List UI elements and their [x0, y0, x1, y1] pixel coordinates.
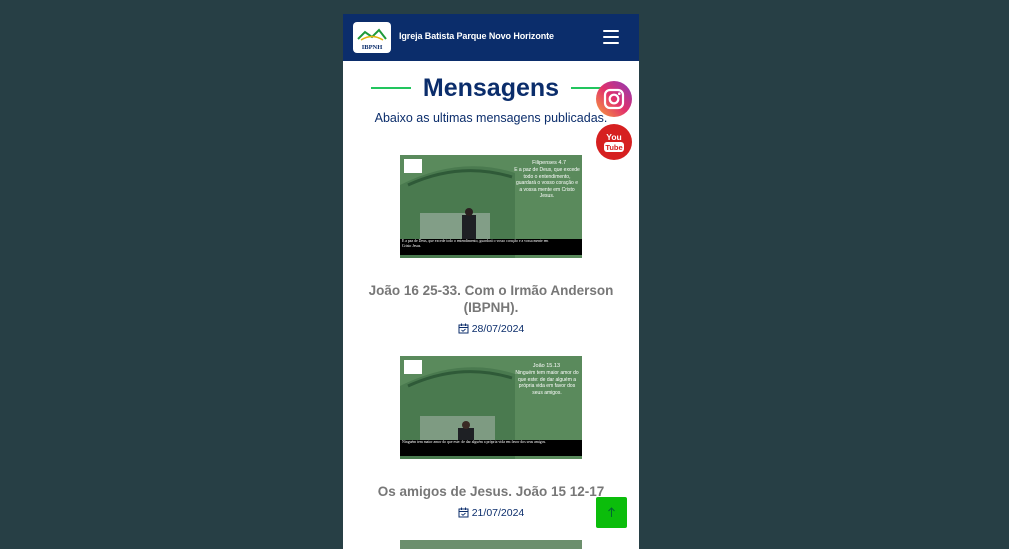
- calendar-icon: [458, 507, 469, 518]
- thumb-caption: E a paz de Deus, que excede todo o enten…: [402, 239, 549, 248]
- instagram-icon: [603, 88, 625, 110]
- thumb-verse-ref: João 15.13: [533, 363, 560, 369]
- site-title[interactable]: Igreja Batista Parque Novo Horizonte: [399, 31, 554, 41]
- message-thumbnail[interactable]: João 15.13 Ninguém tem maior amor do que…: [400, 356, 582, 459]
- thumb-caption: Ninguém tem maior amor do que este: de d…: [402, 440, 547, 444]
- arrow-up-icon: [608, 507, 615, 517]
- thumb-verse-text: E a paz de Deus, que excede todo o enten…: [514, 167, 580, 199]
- section-heading-row: Mensagens: [343, 74, 639, 104]
- section-subtitle: Abaixo as ultimas mensagens publicadas.: [374, 111, 608, 125]
- message-date-row: 21/07/2024: [343, 507, 639, 519]
- message-title[interactable]: Os amigos de Jesus. João 15 12-17: [343, 483, 639, 500]
- thumb-verse-ref: Filipenses 4.7: [532, 160, 566, 166]
- youtube-text-bottom: Tube: [605, 143, 622, 152]
- message-date: 21/07/2024: [471, 507, 525, 519]
- mobile-page: IBPNH Igreja Batista Parque Novo Horizon…: [343, 14, 639, 549]
- logo-text: IBPNH: [362, 44, 383, 51]
- calendar-icon: [458, 323, 469, 334]
- message-thumbnail-partial[interactable]: [400, 540, 582, 549]
- navbar: IBPNH Igreja Batista Parque Novo Horizon…: [343, 14, 639, 61]
- back-to-top-button[interactable]: [596, 497, 627, 528]
- message-date-row: 28/07/2024: [343, 323, 639, 335]
- youtube-icon: You Tube: [604, 132, 624, 152]
- thumb-verse-text: Ninguém tem maior amor do que este: de d…: [515, 370, 579, 396]
- message-title[interactable]: João 16 25-33. Com o Irmão Anderson (IBP…: [343, 282, 639, 316]
- youtube-text-top: You: [606, 132, 621, 142]
- church-logo[interactable]: IBPNH: [353, 22, 391, 53]
- message-date: 28/07/2024: [471, 323, 525, 335]
- youtube-button[interactable]: You Tube: [596, 124, 632, 160]
- message-thumbnail[interactable]: Filipenses 4.7 E a paz de Deus, que exce…: [400, 155, 582, 258]
- instagram-button[interactable]: [596, 81, 632, 117]
- menu-icon[interactable]: [603, 30, 619, 44]
